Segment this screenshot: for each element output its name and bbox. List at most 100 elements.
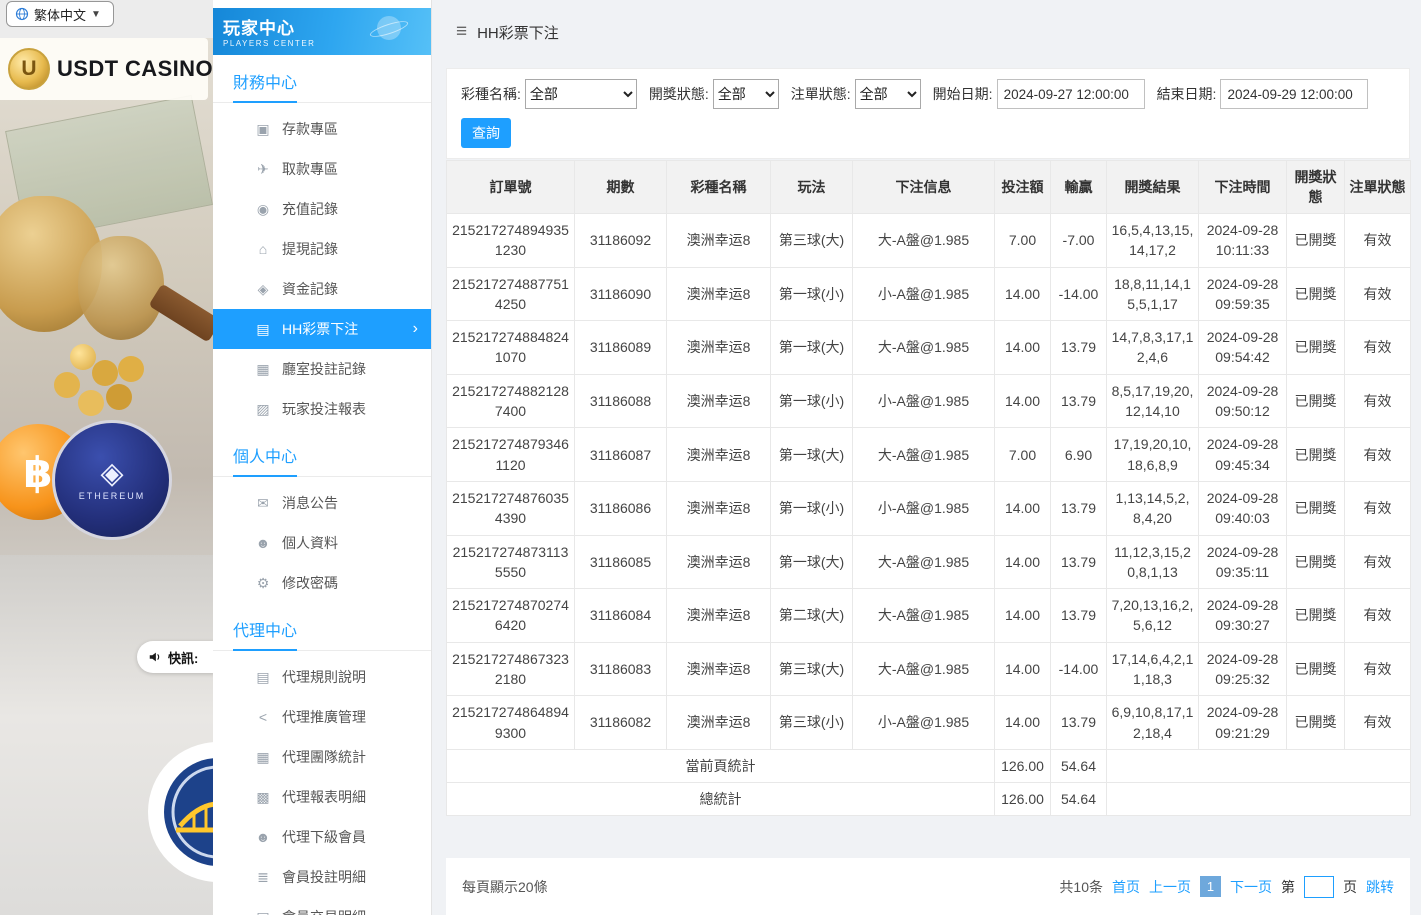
summary-empty: [1107, 782, 1411, 815]
chevron-right-icon: ›: [413, 320, 418, 338]
cell-period: 31186085: [575, 535, 667, 589]
page-summary-row: 當前頁統計 126.00 54.64: [447, 749, 1411, 782]
table-header-row: 訂單號 期數 彩種名稱 玩法 下注信息 投注額 輸贏 開獎結果 下注時間 開獎狀…: [447, 161, 1411, 214]
cell-lottery-name: 澳洲幸运8: [667, 267, 771, 321]
sidebar-item-announcements[interactable]: ✉消息公告: [213, 483, 431, 523]
filter-label-order-status: 注單狀態:: [791, 84, 851, 104]
cell-order-no: 2152172748731135550: [447, 535, 575, 589]
sidebar-item-agent-promotion[interactable]: < 代理推廣管理: [213, 697, 431, 737]
menu-label: 個人資料: [282, 533, 338, 553]
cell-bet-amount: 14.00: [995, 267, 1051, 321]
search-button[interactable]: 查詢: [461, 118, 511, 148]
filter-panel: 彩種名稱: 全部 開獎狀態: 全部 注單狀態: 全部 開始日期: 結束日期: 查…: [446, 68, 1410, 159]
cell-lottery-name: 澳洲幸运8: [667, 481, 771, 535]
menu-label: HH彩票下注: [282, 319, 358, 339]
ticker-label: 快訊:: [168, 648, 198, 667]
cell-draw-result: 7,20,13,16,2,5,6,12: [1107, 589, 1199, 643]
next-page-link[interactable]: 下一页: [1230, 877, 1272, 897]
cell-order-status: 有效: [1345, 428, 1411, 482]
menu-label: 代理報表明細: [282, 787, 366, 807]
menu-label: 會員交易明細: [282, 907, 366, 915]
sidebar-item-player-bet-report[interactable]: ▨玩家投注報表: [213, 389, 431, 429]
cell-order-no: 2152172748793461120: [447, 428, 575, 482]
hamburger-menu-icon[interactable]: ≡: [456, 21, 467, 43]
cell-period: 31186083: [575, 642, 667, 696]
sidebar-item-hh-lottery-bets[interactable]: ▤HH彩票下注›: [213, 309, 431, 349]
cell-draw-result: 17,14,6,4,2,11,18,3: [1107, 642, 1199, 696]
cell-bet-amount: 14.00: [995, 642, 1051, 696]
speaker-icon: [148, 650, 162, 664]
order-status-select[interactable]: 全部: [855, 79, 921, 109]
sidebar-item-member-bet-detail[interactable]: ≣會員投註明細: [213, 857, 431, 897]
sidebar-item-change-password[interactable]: ⚙修改密碼: [213, 563, 431, 603]
cell-period: 31186089: [575, 321, 667, 375]
sidebar-item-agent-team-stats[interactable]: ▦代理團隊統計: [213, 737, 431, 777]
jump-suffix-label: 页: [1343, 877, 1357, 897]
cell-order-status: 有效: [1345, 589, 1411, 643]
cell-period: 31186086: [575, 481, 667, 535]
table-row: 215217274864894930031186082澳洲幸运8第三球(小)小-…: [447, 696, 1411, 750]
menu-label: 代理規則說明: [282, 667, 366, 687]
cell-draw-result: 18,8,11,14,15,5,1,17: [1107, 267, 1199, 321]
pagination-current-page[interactable]: 1: [1200, 876, 1221, 897]
summary-bet-amount: 126.00: [995, 749, 1051, 782]
sidebar-item-cashout-records[interactable]: ⌂提現記錄: [213, 229, 431, 269]
bridge-logo-icon: [162, 756, 213, 868]
cell-order-status: 有效: [1345, 374, 1411, 428]
pager-controls: 共10条 首页 上一页 1 下一页 第 页 跳转: [1059, 876, 1394, 898]
end-date-input[interactable]: [1220, 79, 1368, 109]
cell-draw-result: 6,9,10,8,17,12,18,4: [1107, 696, 1199, 750]
menu-label: 消息公告: [282, 493, 338, 513]
table-row: 215217274867323218031186083澳洲幸运8第三球(大)大-…: [447, 642, 1411, 696]
user-icon: ☻: [255, 535, 271, 551]
col-header-draw-result: 開獎結果: [1107, 161, 1199, 214]
jump-button[interactable]: 跳转: [1366, 877, 1394, 897]
sidebar-item-agent-rules[interactable]: ▤代理規則說明: [213, 657, 431, 697]
filter-label-draw-status: 開獎狀態:: [649, 84, 709, 104]
sidebar-item-profile[interactable]: ☻ 個人資料: [213, 523, 431, 563]
site-logo: U USDT CASINO: [0, 38, 208, 100]
cell-play: 第三球(小): [771, 696, 853, 750]
sidebar-item-agent-report-detail[interactable]: ▩代理報表明細: [213, 777, 431, 817]
cell-draw-status: 已開獎: [1287, 696, 1345, 750]
lottery-select[interactable]: 全部: [525, 79, 637, 109]
sidebar-item-member-transaction-detail[interactable]: ▤會員交易明細: [213, 897, 431, 915]
cell-win-loss: -14.00: [1051, 642, 1107, 696]
cell-order-status: 有效: [1345, 321, 1411, 375]
language-selector[interactable]: 繁体中文 ▼: [6, 1, 114, 27]
cell-bet-time: 2024-09-28 10:11:33: [1199, 214, 1287, 268]
menu-label: 取款專區: [282, 159, 338, 179]
sidebar-item-withdraw-zone[interactable]: ✈取款專區: [213, 149, 431, 189]
table-row: 215217274887751425031186090澳洲幸运8第一球(小)小-…: [447, 267, 1411, 321]
menu-label: 修改密碼: [282, 573, 338, 593]
col-header-bet-time: 下注時間: [1199, 161, 1287, 214]
sidebar-item-agent-sub-members[interactable]: ☻代理下級會員: [213, 817, 431, 857]
cell-lottery-name: 澳洲幸运8: [667, 374, 771, 428]
cell-period: 31186084: [575, 589, 667, 643]
table-row: 215217274894935123031186092澳洲幸运8第三球(大)大-…: [447, 214, 1411, 268]
summary-empty: [1107, 749, 1411, 782]
menu-label: 代理推廣管理: [282, 707, 366, 727]
sidebar-item-room-bet-records[interactable]: ▦廳室投註記錄: [213, 349, 431, 389]
cell-play: 第一球(大): [771, 321, 853, 375]
summary-win-loss: 54.64: [1051, 749, 1107, 782]
page-jump-input[interactable]: [1304, 876, 1334, 898]
prev-page-link[interactable]: 上一页: [1149, 877, 1191, 897]
sidebar-item-deposit-zone[interactable]: ▣存款專區: [213, 109, 431, 149]
content-header: ≡ HH彩票下注: [432, 0, 1421, 64]
globe-icon: [15, 7, 29, 21]
share-icon: <: [255, 709, 271, 725]
cell-bet-amount: 7.00: [995, 214, 1051, 268]
cell-bet-info: 大-A盤@1.985: [853, 321, 995, 375]
sidebar-item-fund-records[interactable]: ◈資金記錄: [213, 269, 431, 309]
sidebar: 玩家中心 PLAYERS CENTER 財務中心 ▣存款專區 ✈取款專區 ◉充值…: [213, 0, 432, 915]
cell-play: 第三球(大): [771, 214, 853, 268]
start-date-input[interactable]: [997, 79, 1145, 109]
recharge-record-icon: ◉: [255, 201, 271, 218]
draw-status-select[interactable]: 全部: [713, 79, 779, 109]
first-page-link[interactable]: 首页: [1112, 877, 1140, 897]
sidebar-item-recharge-records[interactable]: ◉充值記錄: [213, 189, 431, 229]
table-row: 215217274873113555031186085澳洲幸运8第一球(大)大-…: [447, 535, 1411, 589]
cell-order-status: 有效: [1345, 214, 1411, 268]
cell-bet-time: 2024-09-28 09:45:34: [1199, 428, 1287, 482]
